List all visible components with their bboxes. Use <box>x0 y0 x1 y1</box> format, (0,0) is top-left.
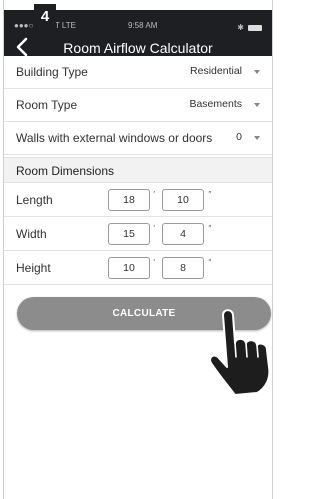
external-walls-label: Walls with external windows or doors <box>16 131 213 145</box>
caret-down-icon <box>254 70 260 74</box>
width-label: Width <box>16 227 47 241</box>
height-inches-input[interactable]: 8 <box>162 257 204 279</box>
bluetooth-icon: ✱ <box>237 23 244 32</box>
width-inches-input[interactable]: 4 <box>162 223 204 245</box>
room-type-select[interactable]: Room Type Basements <box>4 89 272 122</box>
feet-mark: ′ <box>153 190 155 199</box>
length-feet-input[interactable]: 18 <box>108 189 150 211</box>
battery-icon <box>248 24 262 31</box>
feet-mark: ′ <box>153 258 155 267</box>
height-feet-input[interactable]: 10 <box>108 257 150 279</box>
step-badge: 4 <box>34 4 56 28</box>
inches-mark: ″ <box>208 258 211 267</box>
building-type-select[interactable]: Building Type Residential <box>4 56 272 89</box>
building-type-value: Residential <box>190 65 242 77</box>
external-walls-select[interactable]: Walls with external windows or doors 0 <box>4 122 272 155</box>
page-title: Room Airflow Calculator <box>63 40 213 56</box>
height-label: Height <box>16 261 51 275</box>
section-title: Room Dimensions <box>16 164 115 178</box>
room-type-label: Room Type <box>16 98 78 112</box>
building-type-label: Building Type <box>16 65 88 79</box>
caret-down-icon <box>254 103 260 107</box>
length-label: Length <box>16 193 53 207</box>
feet-mark: ′ <box>153 224 155 233</box>
length-row: Length 18 ′ 10 ″ <box>4 183 272 217</box>
caret-down-icon <box>254 136 260 140</box>
inches-mark: ″ <box>208 224 211 233</box>
status-right: ✱ <box>237 23 262 32</box>
status-time: 9:58 AM <box>128 21 158 30</box>
height-row: Height 10 ′ 8 ″ <box>4 251 272 285</box>
room-type-value: Basements <box>189 98 242 110</box>
width-row: Width 15 ′ 4 ″ <box>4 217 272 251</box>
width-feet-input[interactable]: 15 <box>108 223 150 245</box>
external-walls-value: 0 <box>236 131 242 143</box>
length-inches-input[interactable]: 10 <box>162 189 204 211</box>
inches-mark: ″ <box>208 190 211 199</box>
phone-screen: ●●●○○ AT&T LTE 9:58 AM ✱ Room Airflow Ca… <box>3 0 273 499</box>
room-dimensions-header: Room Dimensions <box>4 157 272 183</box>
pointing-hand-icon <box>209 309 271 395</box>
